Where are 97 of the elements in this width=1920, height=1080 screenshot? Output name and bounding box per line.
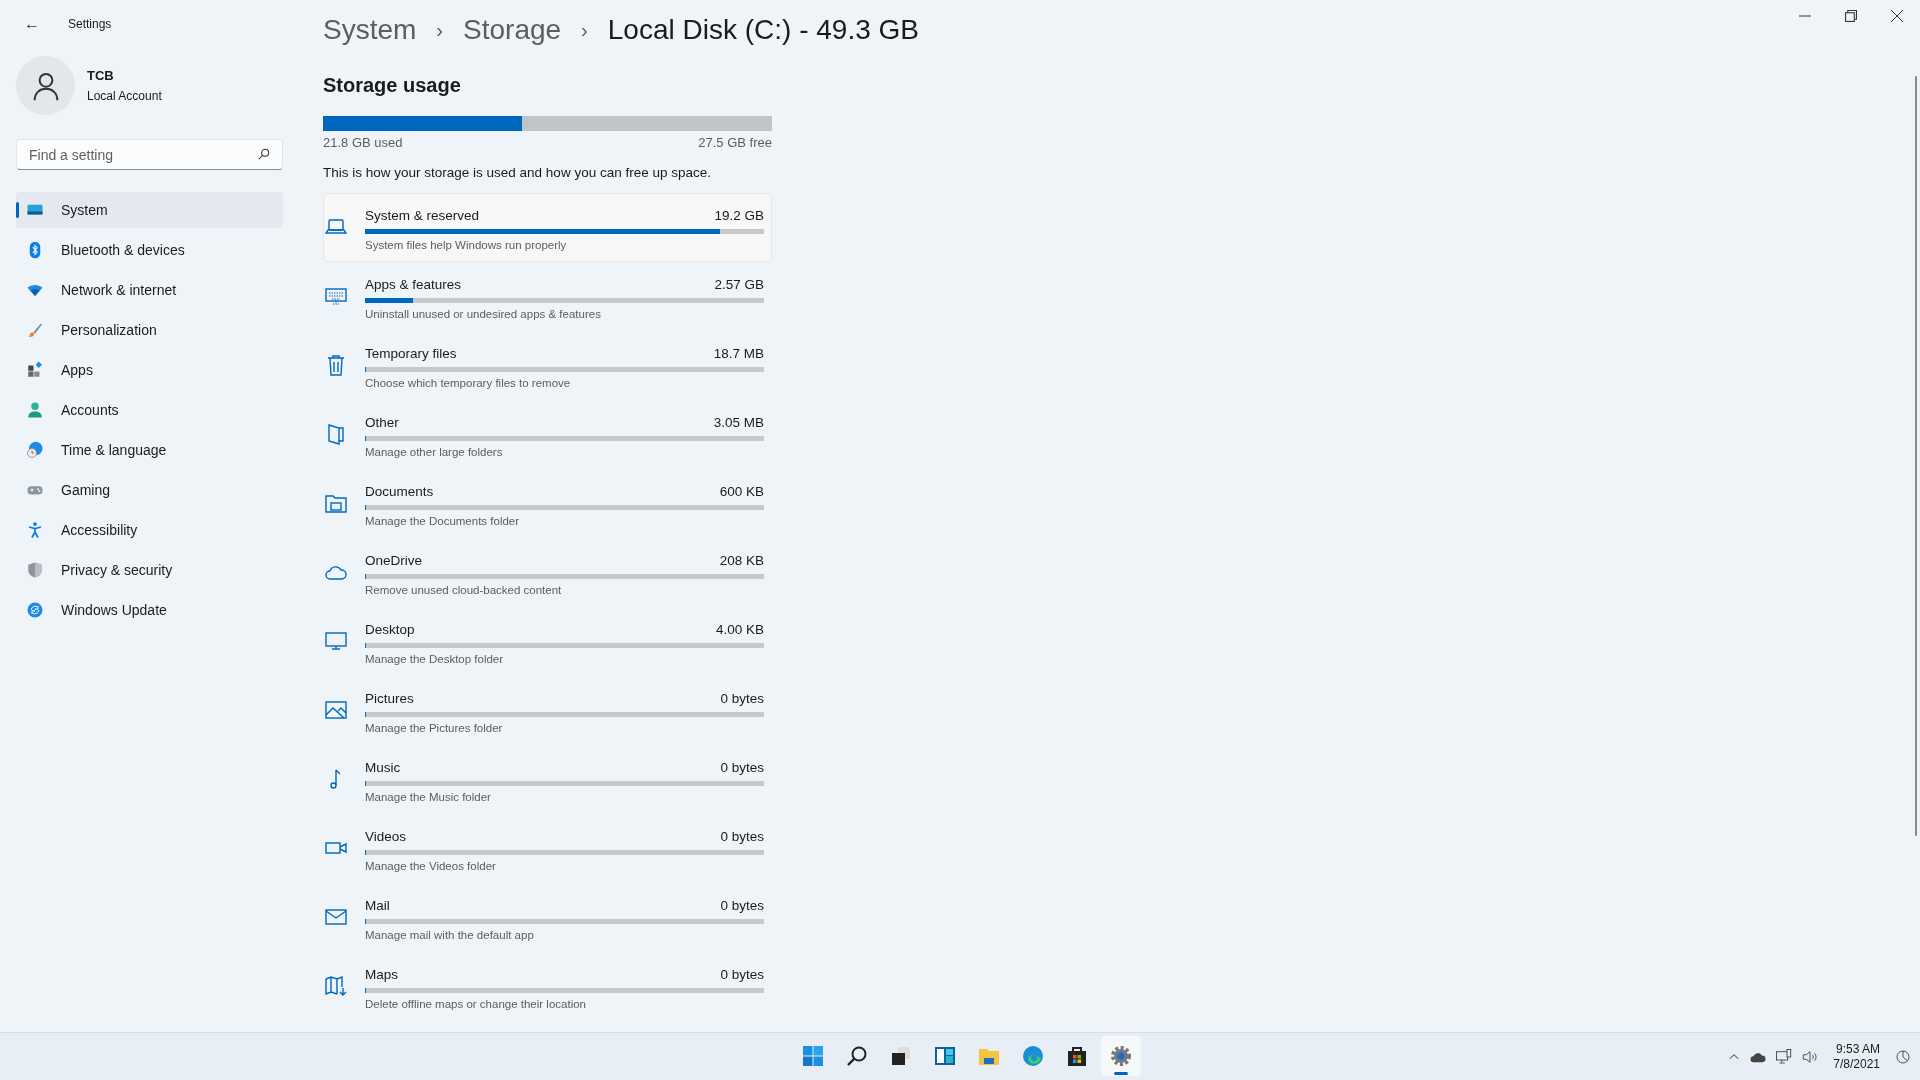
storage-category[interactable]: Apps & features 2.57 GB Uninstall unused or undesired apps & features bbox=[323, 261, 772, 331]
sidebar-item[interactable]: Bluetooth & devices bbox=[16, 232, 283, 268]
clock-globe-icon bbox=[26, 441, 44, 459]
sidebar-item[interactable]: Gaming bbox=[16, 472, 283, 508]
task-view-icon bbox=[889, 1044, 913, 1068]
category-description: Manage the Music folder bbox=[365, 789, 492, 805]
back-button[interactable]: ← bbox=[20, 12, 44, 36]
sidebar-item[interactable]: Time & language bbox=[16, 432, 283, 468]
category-size: 0 bytes bbox=[720, 689, 764, 708]
category-description: Manage the Videos folder bbox=[365, 858, 497, 874]
category-description: Uninstall unused or undesired apps & features bbox=[365, 306, 602, 322]
search-icon bbox=[845, 1044, 869, 1068]
category-size: 0 bytes bbox=[720, 896, 764, 915]
category-description: Remove unused cloud-backed content bbox=[365, 582, 563, 598]
category-description: System files help Windows run properly bbox=[365, 237, 568, 253]
breadcrumb-item[interactable]: System bbox=[323, 9, 417, 51]
storage-category[interactable]: Other 3.05 MB Manage other large folders bbox=[323, 399, 772, 469]
category-size: 2.57 GB bbox=[714, 275, 764, 294]
shield-icon bbox=[26, 561, 44, 579]
search-icon bbox=[257, 147, 271, 161]
notification-icon bbox=[1894, 1047, 1912, 1066]
category-name: System & reserved bbox=[365, 206, 480, 225]
description-text: This is how your storage is used and how you can free up space. bbox=[323, 163, 712, 182]
sidebar-item[interactable]: Accessibility bbox=[16, 512, 283, 548]
category-description: Manage the Pictures folder bbox=[365, 720, 504, 736]
category-description: Delete offline maps or change their location bbox=[365, 996, 587, 1012]
storage-category[interactable]: Maps 0 bytes Delete offline maps or change their location bbox=[323, 951, 772, 1021]
clock-time[interactable]: 9:53 AM bbox=[1835, 1041, 1880, 1057]
window-title: Settings bbox=[68, 16, 112, 33]
update-icon bbox=[26, 601, 44, 619]
category-description: Manage other large folders bbox=[365, 444, 504, 460]
category-size: 600 KB bbox=[719, 482, 764, 501]
accessibility-icon bbox=[26, 521, 44, 539]
category-name: Music bbox=[365, 758, 401, 777]
apps-icon bbox=[26, 361, 44, 379]
storage-category[interactable]: OneDrive 208 KB Remove unused cloud-backed content bbox=[323, 537, 772, 607]
start-icon bbox=[801, 1044, 825, 1068]
category-size: 0 bytes bbox=[720, 758, 764, 777]
category-name: Pictures bbox=[365, 689, 414, 708]
sidebar-item[interactable]: System bbox=[16, 192, 283, 228]
storage-category[interactable]: Documents 600 KB Manage the Documents folder bbox=[323, 468, 772, 538]
storage-category[interactable]: Desktop 4.00 KB Manage the Desktop folder bbox=[323, 606, 772, 676]
account-type: Local Account bbox=[87, 88, 162, 106]
category-name: OneDrive bbox=[365, 551, 423, 570]
widgets-icon bbox=[933, 1044, 957, 1068]
breadcrumb-item: Local Disk (C:) - 49.3 GB bbox=[607, 13, 919, 47]
storage-category[interactable]: Temporary files 18.7 MB Choose which temporary files to remove bbox=[323, 330, 772, 400]
account-name: TCB bbox=[87, 66, 115, 85]
category-description: Manage mail with the default app bbox=[365, 927, 535, 943]
category-name: Temporary files bbox=[365, 344, 457, 363]
sidebar-item[interactable]: Windows Update bbox=[16, 592, 283, 628]
used-label: 21.8 GB used bbox=[323, 134, 403, 152]
category-description: Manage the Desktop folder bbox=[365, 651, 505, 667]
brush-icon bbox=[26, 321, 44, 339]
restore-icon bbox=[1845, 10, 1857, 22]
sidebar-item[interactable]: Apps bbox=[16, 352, 283, 388]
category-size: 3.05 MB bbox=[713, 413, 764, 432]
category-name: Documents bbox=[365, 482, 434, 501]
minimize-icon bbox=[1799, 15, 1811, 17]
category-size: 4.00 KB bbox=[715, 620, 764, 639]
map-icon bbox=[324, 973, 348, 998]
category-description: Choose which temporary files to remove bbox=[365, 375, 572, 391]
browser-icon bbox=[1021, 1044, 1045, 1068]
category-size: 208 KB bbox=[719, 551, 764, 570]
sidebar-item[interactable]: Accounts bbox=[16, 392, 283, 428]
search-field[interactable]: Find a setting bbox=[16, 139, 283, 170]
shopping-bag-icon bbox=[1065, 1044, 1089, 1068]
category-description: Manage the Documents folder bbox=[365, 513, 521, 529]
category-name: Maps bbox=[365, 965, 398, 984]
category-size: 18.7 MB bbox=[713, 344, 764, 363]
close-icon bbox=[1891, 10, 1903, 22]
sidebar-item[interactable]: Network & internet bbox=[16, 272, 283, 308]
category-size: 19.2 GB bbox=[714, 206, 764, 225]
free-label: 27.5 GB free bbox=[698, 134, 772, 152]
scrollbar[interactable] bbox=[1915, 76, 1917, 836]
sidebar-item[interactable]: Personalization bbox=[16, 312, 283, 348]
category-name: Apps & features bbox=[365, 275, 462, 294]
chevron-icon: › bbox=[436, 15, 444, 45]
category-size: 0 bytes bbox=[720, 827, 764, 846]
network-icon bbox=[1775, 1047, 1794, 1066]
storage-category[interactable]: Videos 0 bytes Manage the Videos folder bbox=[323, 813, 772, 883]
chevron-icon: › bbox=[581, 15, 588, 45]
storage-category[interactable]: System & reserved 19.2 GB System files help Windows run properly bbox=[323, 192, 772, 262]
category-name: Other bbox=[365, 413, 399, 432]
gear-icon bbox=[1109, 1044, 1133, 1068]
category-name: Mail bbox=[365, 896, 390, 915]
storage-category[interactable]: Mail 0 bytes Manage mail with the default app bbox=[323, 882, 772, 952]
breadcrumb-item[interactable]: Storage bbox=[463, 9, 562, 51]
sidebar-item[interactable]: Privacy & security bbox=[16, 552, 283, 588]
category-name: Desktop bbox=[365, 620, 415, 639]
category-size: 0 bytes bbox=[720, 965, 764, 984]
person-icon bbox=[26, 401, 44, 419]
storage-category[interactable]: Pictures 0 bytes Manage the Pictures folder bbox=[323, 675, 772, 745]
category-name: Videos bbox=[365, 827, 407, 846]
storage-category[interactable]: Music 0 bytes Manage the Music folder bbox=[323, 744, 772, 814]
section-heading: Storage usage bbox=[323, 73, 462, 98]
clock-date[interactable]: 7/8/2021 bbox=[1833, 1056, 1880, 1072]
